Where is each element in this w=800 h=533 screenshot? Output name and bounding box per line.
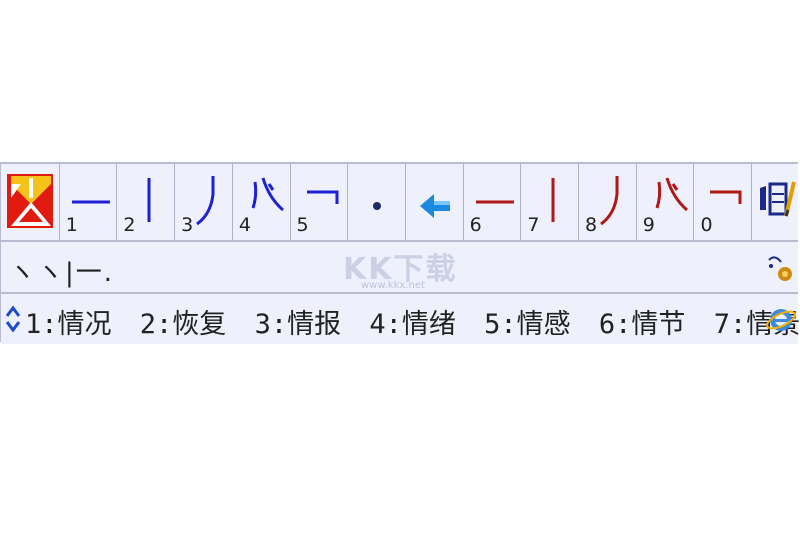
stroke-input-method-panel: 1 2 3 4 5 6 7 8 9 0 ヽヽ|一. KK下载 www.kkx.n… [0,162,800,344]
stroke-key-pie[interactable]: 3 [175,164,233,240]
wildcard-dot-icon [373,202,382,210]
stroke-key-number: 8 [585,214,598,236]
composition-bar: ヽヽ|一. KK下载 www.kkx.net [1,242,798,294]
stroke-key-zhe[interactable]: 5 [290,164,349,240]
ime-logo-icon [7,174,53,228]
watermark-url: www.kkx.net [361,280,425,291]
stroke-key-row: 1 2 3 4 5 6 7 8 9 0 [1,164,798,242]
phrase-dictionary-icon [760,181,797,217]
stroke-key-dian[interactable]: 4 [232,164,291,240]
stroke-key-shu-red[interactable]: 7 [521,164,580,240]
page-updown-icon[interactable] [5,304,21,334]
stroke-key-shu[interactable]: 2 [117,164,176,240]
ime-logo-button[interactable] [1,164,60,240]
stroke-key-heng-red[interactable]: 6 [463,164,522,240]
wildcard-key[interactable] [348,164,406,240]
stroke-key-number: 1 [65,214,78,236]
stroke-key-number: 0 [700,214,713,236]
stroke-key-number: 4 [238,214,251,236]
internet-explorer-icon[interactable] [765,300,797,338]
stroke-sequence-text: ヽヽ|一. [9,258,115,288]
candidate-item[interactable]: 3:情报 [255,309,342,340]
backspace-key[interactable] [405,164,464,240]
stroke-key-dian-red[interactable]: 9 [636,164,695,240]
stroke-key-number: 9 [642,214,655,236]
stroke-key-number: 2 [123,214,136,236]
candidate-item[interactable]: 1:情况 [25,309,112,340]
candidate-item[interactable]: 5:情感 [484,309,571,340]
stroke-key-heng[interactable]: 1 [59,164,118,240]
backspace-arrow-icon [419,194,450,218]
candidate-item[interactable]: 4:情绪 [369,309,456,340]
candidate-item[interactable]: 2:恢复 [140,309,227,340]
candidate-bar: 1:情况 2:恢复 3:情报 4:情绪 5:情感 6:情节 7:情景 [1,294,800,344]
candidate-item[interactable]: 6:情节 [599,309,686,340]
settings-gear-icon[interactable] [765,250,795,284]
candidate-list: 1:情况 2:恢复 3:情报 4:情绪 5:情感 6:情节 7:情景 [25,302,800,341]
stroke-key-number: 5 [296,214,309,236]
phrase-mode-button[interactable] [752,164,798,240]
stroke-key-number: 3 [181,214,194,236]
stroke-key-pie-red[interactable]: 8 [579,164,637,240]
stroke-key-number: 7 [527,214,540,236]
stroke-key-zhe-red[interactable]: 0 [694,164,753,240]
stroke-key-number: 6 [469,214,482,236]
